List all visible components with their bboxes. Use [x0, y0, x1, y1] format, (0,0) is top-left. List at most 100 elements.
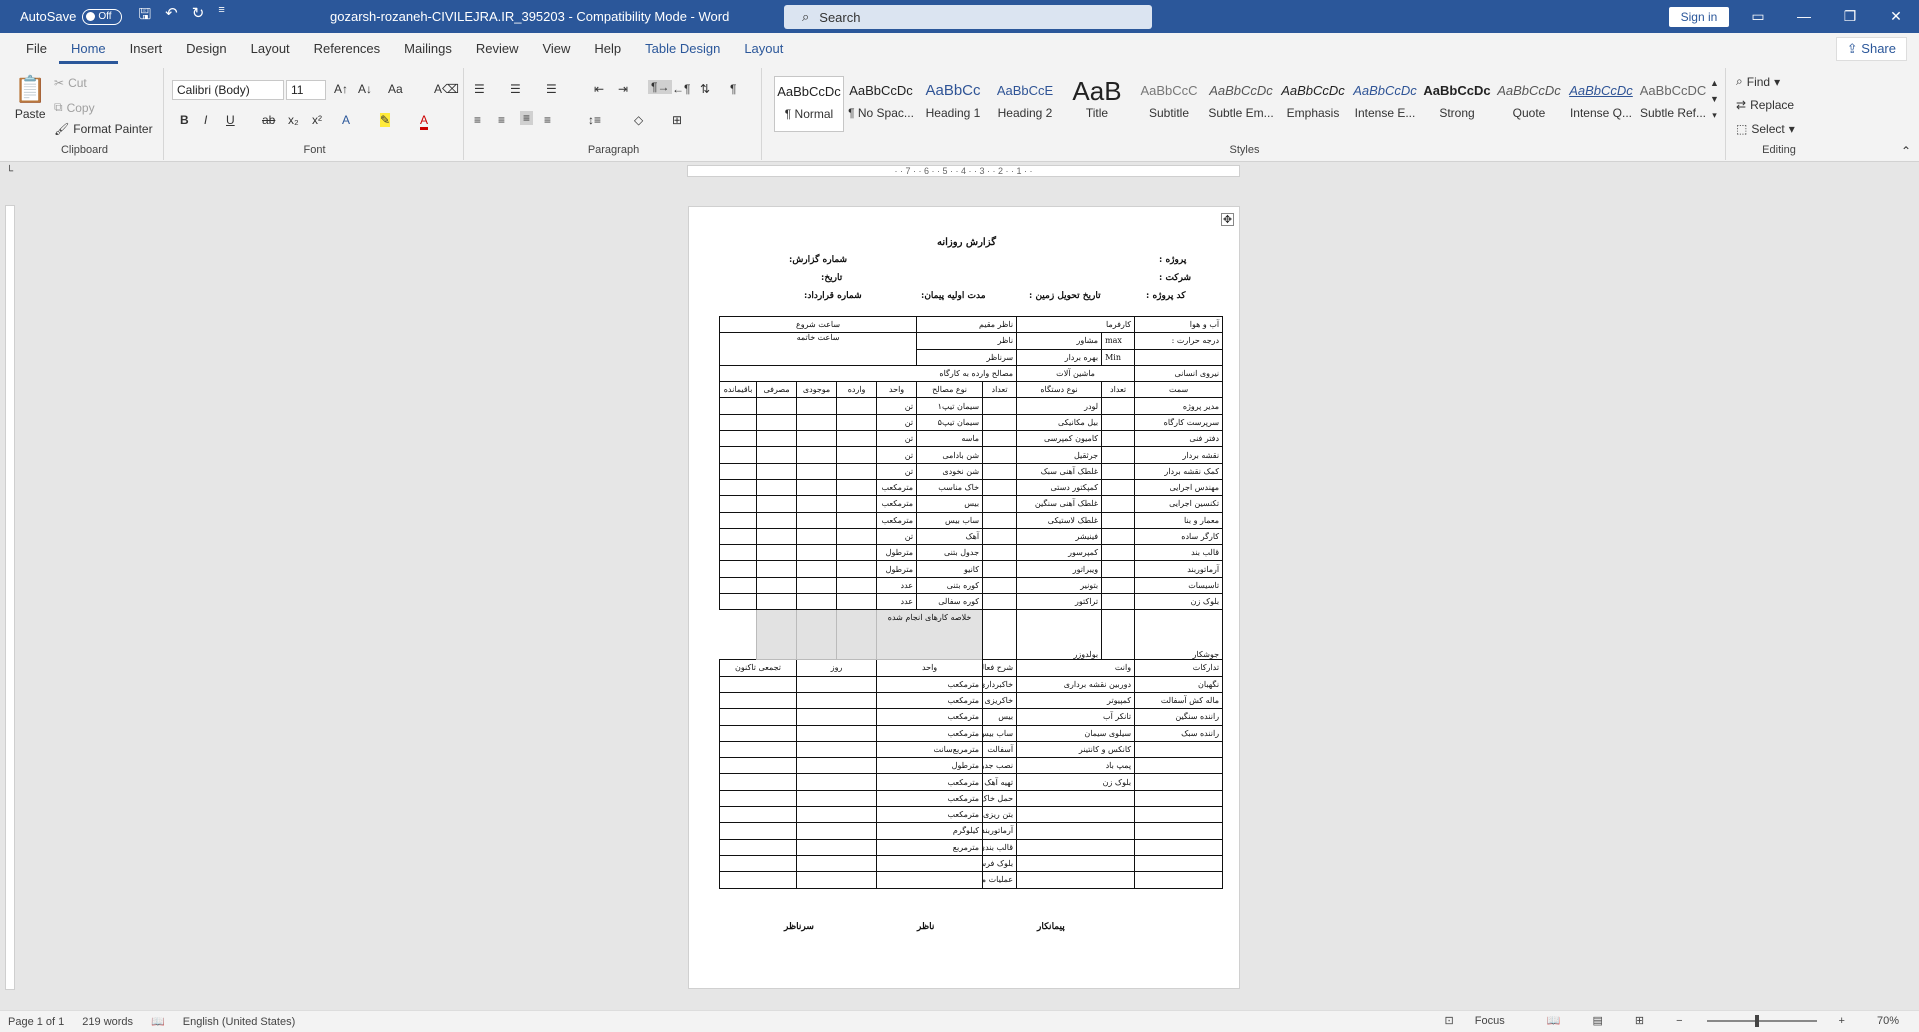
table-cell[interactable]: ناظر: [916, 332, 1018, 350]
table-cell[interactable]: راننده سنگین: [1134, 708, 1224, 726]
table-cell[interactable]: [796, 413, 838, 432]
table-cell[interactable]: تاسیسات: [1134, 576, 1224, 595]
align-right-icon[interactable]: ≡: [520, 111, 534, 125]
table-cell[interactable]: [1134, 789, 1224, 808]
style-subtitle[interactable]: AaBbCcC Subtitle: [1134, 76, 1204, 132]
increase-indent-icon[interactable]: ⇥: [618, 82, 628, 96]
customize-qat-icon[interactable]: ≡: [218, 4, 224, 29]
numbering-icon[interactable]: ☰: [510, 82, 521, 96]
table-cell[interactable]: [1134, 822, 1224, 840]
table-cell[interactable]: [982, 609, 1018, 661]
shrink-font-icon[interactable]: A↓: [358, 82, 372, 96]
table-cell[interactable]: ماسه: [916, 430, 984, 448]
table-cell[interactable]: بتن ریزی: [982, 806, 1018, 824]
table-cell[interactable]: کارفرما: [1016, 315, 1136, 334]
page-count[interactable]: Page 1 of 1: [8, 1016, 64, 1028]
table-cell[interactable]: کمپیوتر: [1016, 691, 1136, 710]
table-cell[interactable]: غلطک لاستیکی: [1016, 511, 1103, 529]
table-cell[interactable]: مترمکعب: [876, 495, 918, 513]
table-cell[interactable]: [836, 593, 878, 611]
table-cell[interactable]: [982, 413, 1018, 432]
table-cell[interactable]: جرثقیل: [1016, 446, 1103, 464]
table-cell[interactable]: ساب بیس: [982, 724, 1018, 742]
zoom-slider[interactable]: [1706, 1014, 1817, 1027]
table-cell[interactable]: [756, 511, 798, 529]
table-cell[interactable]: کارگر ساده: [1134, 527, 1224, 546]
table-cell[interactable]: [756, 446, 798, 464]
table-cell[interactable]: [1016, 789, 1136, 808]
table-cell[interactable]: [718, 430, 758, 448]
table-cell[interactable]: [796, 740, 878, 759]
table-cell[interactable]: [1134, 806, 1224, 824]
table-cell[interactable]: [796, 544, 838, 562]
table-cell[interactable]: [1101, 544, 1136, 562]
show-marks-icon[interactable]: ¶: [730, 82, 736, 96]
table-cell[interactable]: [756, 609, 798, 661]
table-cell[interactable]: مترمکعب: [876, 511, 918, 529]
vertical-ruler[interactable]: [5, 205, 15, 990]
table-cell[interactable]: نیروی انسانی: [1134, 364, 1224, 383]
table-cell[interactable]: [756, 576, 798, 595]
find-button[interactable]: ⌕ Find ▾: [1736, 74, 1780, 89]
table-cell[interactable]: فینیشر: [1016, 527, 1103, 546]
table-cell[interactable]: [718, 675, 798, 693]
chevron-up-icon[interactable]: ▲: [1710, 78, 1719, 88]
table-cell[interactable]: تن: [876, 446, 918, 464]
autosave-toggle[interactable]: Off: [82, 8, 123, 25]
table-cell[interactable]: [796, 527, 838, 546]
autosave[interactable]: AutoSave Off: [20, 8, 123, 25]
table-cell[interactable]: مترمکعب: [876, 478, 918, 497]
table-cell[interactable]: قالب بند: [1134, 544, 1224, 562]
table-cell[interactable]: [1101, 593, 1136, 611]
table-cell[interactable]: [1016, 871, 1136, 889]
table-cell[interactable]: [796, 757, 878, 775]
table-cell[interactable]: معمار و بنا: [1134, 511, 1224, 529]
clear-formatting-icon[interactable]: A⌫: [434, 82, 459, 96]
table-cell[interactable]: تانکر آب: [1016, 708, 1136, 726]
style-heading-2[interactable]: AaBbCcE Heading 2: [990, 76, 1060, 132]
table-cell[interactable]: [982, 544, 1018, 562]
table-cell[interactable]: [982, 397, 1018, 415]
table-move-handle-icon[interactable]: ✥: [1221, 213, 1234, 226]
table-cell[interactable]: [836, 511, 878, 529]
table-cell[interactable]: [718, 527, 758, 546]
style-subtle-reference[interactable]: AaBbCcDC Subtle Ref...: [1638, 76, 1708, 132]
tab-home[interactable]: Home: [58, 33, 118, 64]
table-cell[interactable]: واحد: [876, 659, 984, 677]
style-intense-emphasis[interactable]: AaBbCcDc Intense E...: [1350, 76, 1420, 132]
style-normal[interactable]: AaBbCcDc ¶ Normal: [774, 76, 844, 132]
zoom-in-icon[interactable]: +: [1839, 1015, 1845, 1027]
table-cell[interactable]: [756, 478, 798, 497]
style-no-spacing[interactable]: AaBbCcDc ¶ No Spac...: [846, 76, 916, 132]
tab-view[interactable]: View: [530, 33, 582, 64]
table-cell[interactable]: [796, 560, 838, 578]
daily-report-table[interactable]: آب و هوا کارفرما ناظر مقیم ساعت شروع درج…: [718, 315, 1224, 889]
underline-icon[interactable]: U: [226, 113, 235, 127]
table-cell[interactable]: [1134, 773, 1224, 791]
table-cell[interactable]: آرماتوربند: [1134, 560, 1224, 578]
table-cell[interactable]: [836, 413, 878, 432]
table-cell[interactable]: مترمکعب: [876, 789, 984, 808]
table-cell[interactable]: خاک مناسب: [916, 478, 984, 497]
horizontal-ruler[interactable]: · · 7 · · 6 · · 5 · · 4 · · 3 · · 2 · · …: [687, 165, 1240, 177]
web-layout-icon[interactable]: ⊞: [1635, 1014, 1644, 1027]
table-cell[interactable]: [982, 495, 1018, 513]
shading-icon[interactable]: ◇: [634, 113, 643, 127]
table-cell[interactable]: جوشکار: [1134, 609, 1224, 661]
table-cell[interactable]: کوره سفالی: [916, 593, 984, 611]
minimize-icon[interactable]: —: [1781, 0, 1827, 33]
table-cell[interactable]: [1016, 806, 1136, 824]
table-cell[interactable]: سیمان تیپ۱: [916, 397, 984, 415]
table-cell[interactable]: تهیه آهک: [982, 773, 1018, 791]
table-cell[interactable]: [796, 478, 838, 497]
table-cell[interactable]: [836, 527, 878, 546]
font-color-icon[interactable]: A: [420, 113, 429, 130]
table-cell[interactable]: [1101, 430, 1136, 448]
table-cell[interactable]: ناظر مقیم: [916, 315, 1018, 334]
table-cell[interactable]: تدارکات: [1134, 659, 1224, 677]
table-cell[interactable]: کامیون کمپرسی: [1016, 430, 1103, 448]
table-cell[interactable]: روز: [796, 659, 878, 677]
table-cell[interactable]: Min: [1101, 348, 1136, 366]
table-cell[interactable]: کمپرسور: [1016, 544, 1103, 562]
table-cell[interactable]: [796, 773, 878, 791]
